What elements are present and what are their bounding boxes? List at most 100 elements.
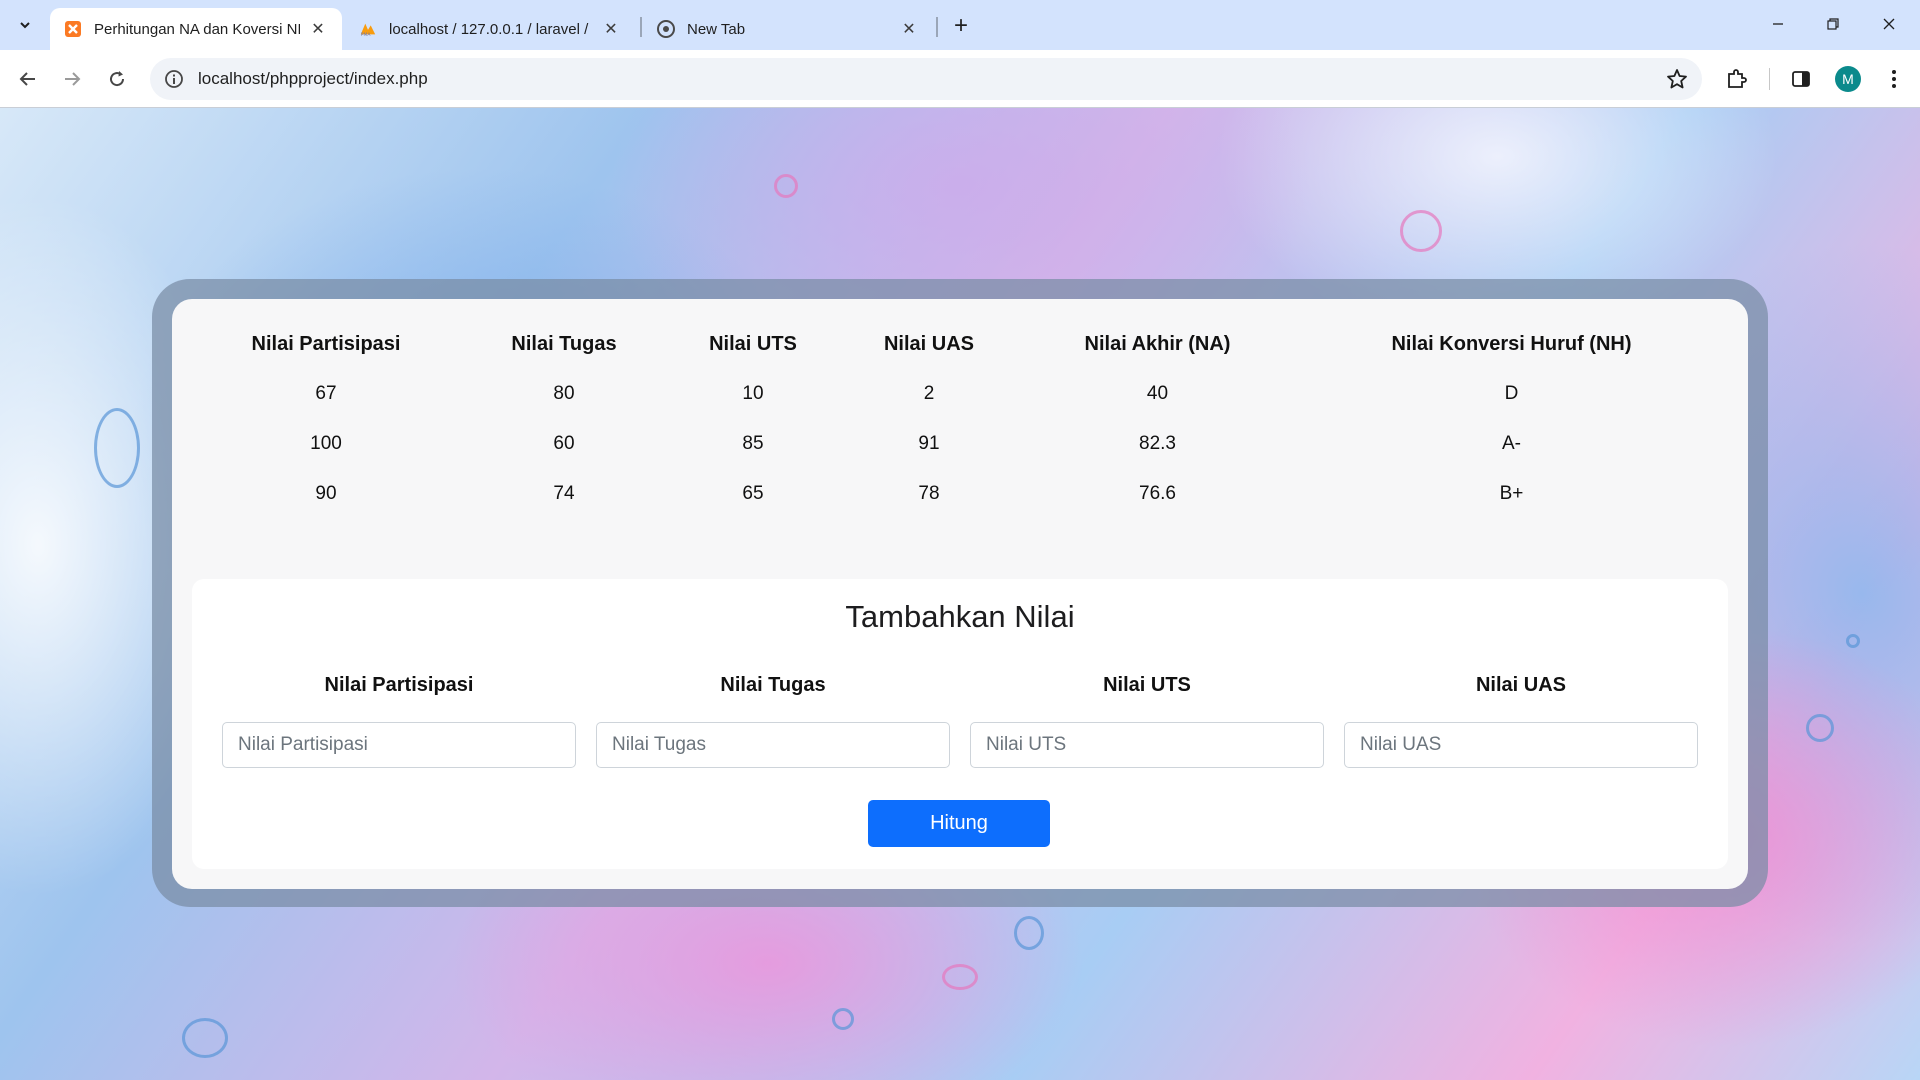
address-bar[interactable]: localhost/phpproject/index.php <box>150 58 1702 100</box>
background-bubble <box>1806 714 1834 742</box>
arrow-right-icon <box>65 72 81 86</box>
toolbar-divider <box>1769 68 1770 90</box>
uts-field: Nilai UTS <box>970 674 1324 768</box>
tab-new-tab[interactable]: New Tab ✕ <box>643 8 933 50</box>
tab-perhitungan[interactable]: Perhitungan NA dan Koversi NH ✕ <box>50 8 342 50</box>
chrome-icon <box>657 20 675 38</box>
table-row: 90 74 65 78 76.6 B+ <box>192 469 1728 519</box>
background-bubble <box>774 174 798 198</box>
bookmark-star-icon[interactable] <box>1666 68 1688 90</box>
table-cell: 10 <box>742 383 764 404</box>
tab-separator <box>936 17 938 37</box>
close-icon[interactable]: ✕ <box>899 19 919 39</box>
plus-icon: + <box>953 12 968 39</box>
background-bubble <box>1014 916 1044 950</box>
background-bubble <box>182 1018 228 1058</box>
puzzle-icon <box>1728 69 1747 88</box>
tab-separator <box>640 17 642 37</box>
reload-button[interactable] <box>100 62 134 96</box>
column-header: Nilai UAS <box>883 332 975 355</box>
chevron-down-icon <box>20 22 30 29</box>
uas-field: Nilai UAS <box>1344 674 1698 768</box>
table-cell: B+ <box>1499 483 1524 504</box>
page-viewport: Nilai Partisipasi Nilai Tugas Nilai UTS … <box>0 108 1920 1080</box>
table-header-row: Nilai Partisipasi Nilai Tugas Nilai UTS … <box>192 319 1728 369</box>
restore-button[interactable] <box>1811 8 1855 40</box>
browser-toolbar: localhost/phpproject/index.php <box>0 50 1920 108</box>
background-bubble <box>942 964 978 990</box>
tab-title: Perhitungan NA dan Koversi NH <box>94 20 300 38</box>
close-icon[interactable]: ✕ <box>308 19 328 39</box>
table-cell: 40 <box>1146 383 1169 404</box>
column-header: Nilai Akhir (NA) <box>1084 332 1231 355</box>
tab-search-button[interactable] <box>10 10 40 40</box>
extensions-button[interactable] <box>1722 65 1750 93</box>
column-header: Nilai Konversi Huruf (NH) <box>1391 332 1632 355</box>
participation-field: Nilai Partisipasi <box>222 674 576 768</box>
table-cell: 60 <box>553 433 575 454</box>
side-panel-button[interactable] <box>1787 65 1815 93</box>
profile-avatar[interactable]: M <box>1835 66 1861 92</box>
phpmyadmin-icon: PMA <box>359 20 377 38</box>
column-header: Nilai UTS <box>709 332 797 355</box>
tab-phpmyadmin[interactable]: PMA localhost / 127.0.0.1 / laravel / p … <box>345 8 635 50</box>
more-vert-icon <box>1892 70 1896 88</box>
restore-icon <box>1827 18 1839 30</box>
table-cell: D <box>1504 383 1519 404</box>
field-label: Nilai Partisipasi <box>324 674 474 696</box>
table-cell: 76.6 <box>1139 483 1176 504</box>
field-label: Nilai UAS <box>1475 674 1567 696</box>
table-cell: 74 <box>553 483 575 504</box>
table-cell: 100 <box>310 433 342 454</box>
table-row: 67 80 10 2 40 D <box>192 369 1728 419</box>
main-card: Nilai Partisipasi Nilai Tugas Nilai UTS … <box>172 299 1748 889</box>
arrow-left-icon <box>19 72 35 86</box>
field-label: Nilai Tugas <box>720 674 826 696</box>
minimize-button[interactable] <box>1756 8 1800 40</box>
table-cell: 91 <box>918 433 940 454</box>
hitung-button[interactable]: Hitung <box>868 800 1050 847</box>
new-tab-button[interactable]: + <box>944 12 978 40</box>
form-title: Tambahkan Nilai <box>845 599 1075 634</box>
background-bubble <box>1846 634 1860 648</box>
close-window-button[interactable] <box>1867 8 1911 40</box>
table-cell: A- <box>1502 433 1521 454</box>
close-icon <box>1883 18 1895 30</box>
column-header: Nilai Tugas <box>511 332 617 355</box>
uts-input[interactable] <box>970 722 1324 768</box>
assignment-input[interactable] <box>596 722 950 768</box>
field-label: Nilai UTS <box>1103 674 1191 696</box>
xampp-icon <box>64 20 82 38</box>
uas-input[interactable] <box>1344 722 1698 768</box>
background-bubble <box>1400 210 1442 252</box>
add-grade-form: Tambahkan Nilai Nilai Partisipasi Nilai … <box>192 579 1728 869</box>
participation-input[interactable] <box>222 722 576 768</box>
table-cell: 2 <box>923 383 935 404</box>
forward-button[interactable] <box>55 62 89 96</box>
table-cell: 82.3 <box>1139 433 1176 454</box>
table-cell: 90 <box>315 483 337 504</box>
assignment-field: Nilai Tugas <box>596 674 950 768</box>
background-bubble <box>832 1008 854 1030</box>
background-bubble <box>94 408 140 488</box>
tab-title: localhost / 127.0.0.1 / laravel / p <box>389 20 593 38</box>
back-button[interactable] <box>11 62 45 96</box>
svg-text:PMA: PMA <box>361 32 372 38</box>
close-icon[interactable]: ✕ <box>601 19 621 39</box>
tab-strip: Perhitungan NA dan Koversi NH ✕ PMA loca… <box>0 0 1920 50</box>
table-cell: 85 <box>742 433 764 454</box>
table-cell: 67 <box>315 383 337 404</box>
info-icon[interactable] <box>164 69 184 89</box>
column-header: Nilai Partisipasi <box>251 332 401 355</box>
side-panel-icon <box>1792 71 1810 87</box>
reload-icon <box>110 71 125 87</box>
minimize-icon <box>1773 23 1783 25</box>
table-cell: 80 <box>553 383 575 404</box>
menu-button[interactable] <box>1880 65 1908 93</box>
tab-title: New Tab <box>687 20 746 38</box>
grades-table: Nilai Partisipasi Nilai Tugas Nilai UTS … <box>192 319 1728 519</box>
table-cell: 65 <box>742 483 764 504</box>
url-text[interactable]: localhost/phpproject/index.php <box>198 69 428 89</box>
table-cell: 78 <box>918 483 940 504</box>
table-row: 100 60 85 91 82.3 A- <box>192 419 1728 469</box>
